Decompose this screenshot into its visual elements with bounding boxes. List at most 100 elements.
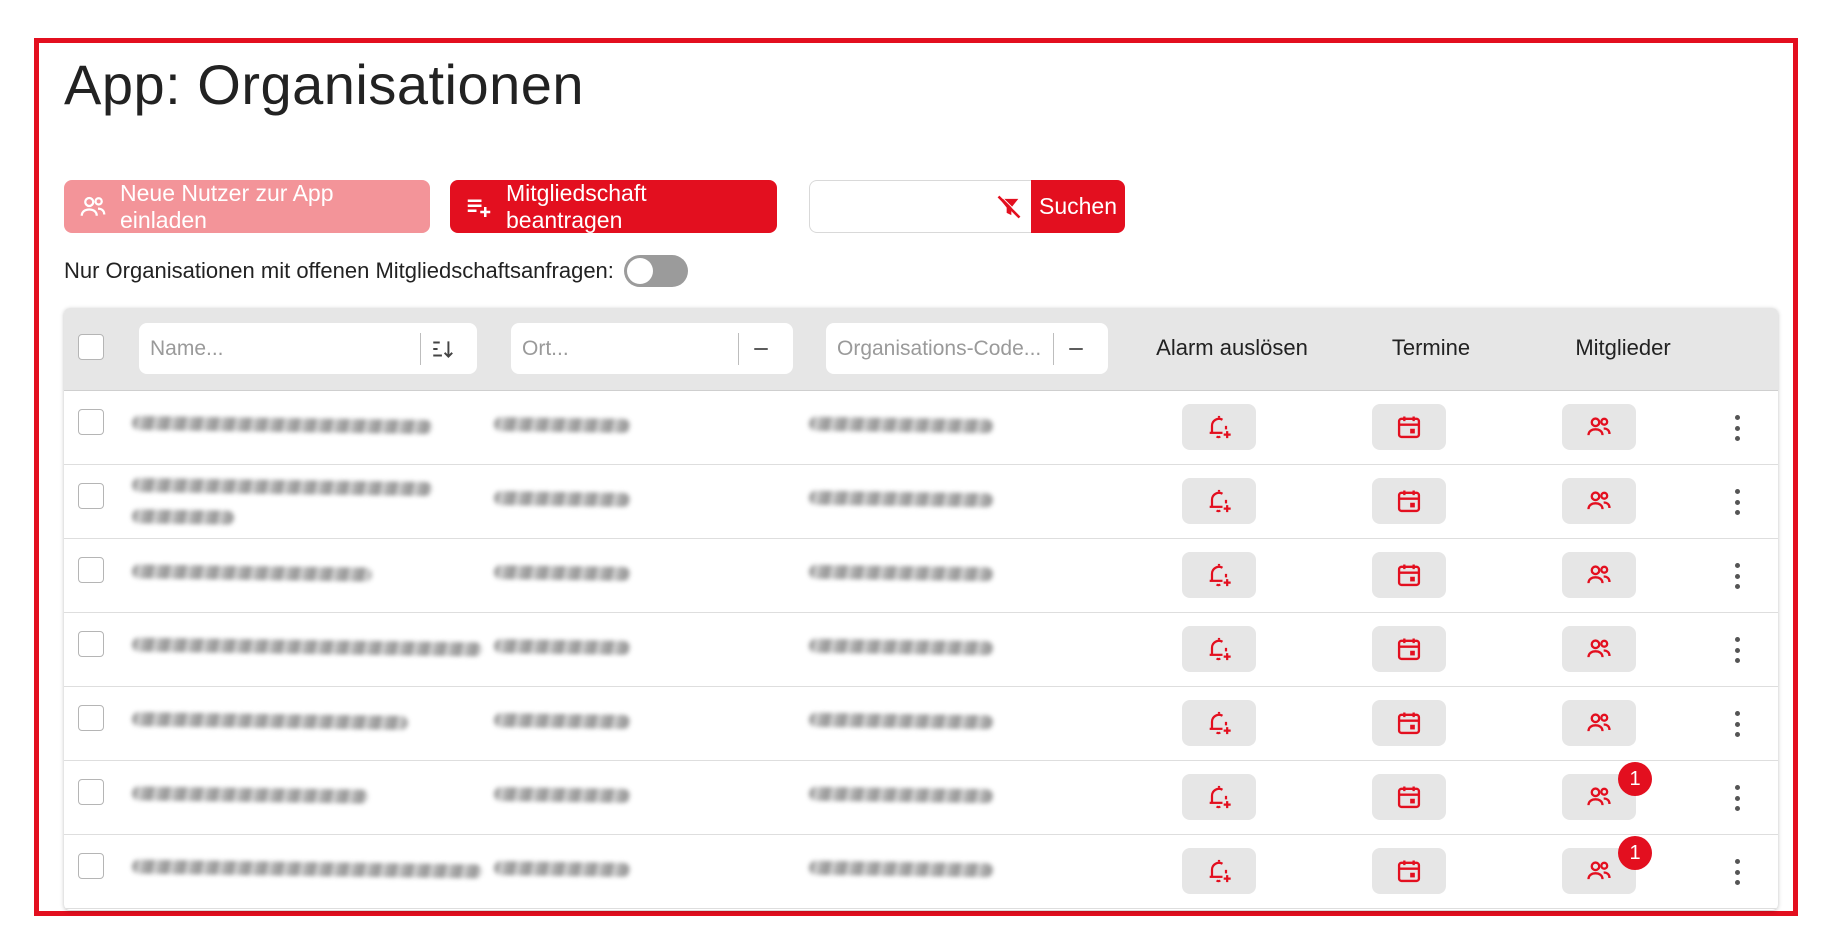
bell-plus-icon [1209, 711, 1231, 735]
redacted-name [131, 509, 235, 525]
trigger-alarm-button[interactable] [1182, 626, 1256, 672]
open-requests-label: Nur Organisationen mit offenen Mitglieds… [64, 258, 614, 283]
bell-plus-icon [1209, 563, 1231, 587]
table-row [64, 538, 1778, 613]
members-button[interactable] [1562, 404, 1636, 450]
user-group-icon [1587, 639, 1611, 658]
trigger-alarm-button[interactable] [1182, 700, 1256, 746]
request-membership-label: Mitgliedschaft beantragen [506, 179, 647, 233]
search-field[interactable] [809, 180, 1031, 233]
search-button[interactable]: Suchen [1031, 180, 1125, 233]
calendar-icon [1397, 490, 1421, 513]
open-requests-filter: Nur Organisationen mit offenen Mitglieds… [64, 255, 688, 287]
more-vertical-icon[interactable] [1732, 415, 1742, 441]
column-termine: Termine [1391, 335, 1471, 360]
redacted-code [808, 490, 994, 508]
select-all-checkbox[interactable] [78, 334, 104, 360]
row-checkbox[interactable] [78, 631, 104, 657]
trigger-alarm-button[interactable] [1182, 774, 1256, 820]
ort-filter-input[interactable] [511, 327, 738, 370]
more-vertical-icon[interactable] [1732, 785, 1742, 811]
minus-icon[interactable] [1054, 340, 1098, 358]
row-checkbox[interactable] [78, 705, 104, 731]
calendar-icon [1397, 712, 1421, 735]
toolbar: Neue Nutzer zur App einladen Mitgliedsch… [64, 180, 1125, 233]
appointments-button[interactable] [1372, 478, 1446, 524]
table-row [64, 686, 1778, 761]
appointments-button[interactable] [1372, 774, 1446, 820]
members-button[interactable] [1562, 552, 1636, 598]
row-checkbox[interactable] [78, 483, 104, 509]
user-group-icon [1587, 787, 1611, 806]
redacted-ort [493, 639, 631, 655]
organisations-table: Alarm auslösen Termine Mitglieder [64, 308, 1778, 910]
user-group-icon [1587, 713, 1611, 732]
members-button[interactable] [1562, 700, 1636, 746]
row-checkbox[interactable] [78, 853, 104, 879]
sort-icon[interactable] [421, 336, 465, 362]
bell-plus-icon [1209, 489, 1231, 513]
request-membership-button[interactable]: Mitgliedschaft beantragen [450, 180, 777, 233]
redacted-name [131, 415, 433, 435]
trigger-alarm-button[interactable] [1182, 552, 1256, 598]
calendar-icon [1397, 860, 1421, 883]
search-input[interactable] [818, 181, 982, 232]
trigger-alarm-button[interactable] [1182, 404, 1256, 450]
members-button[interactable] [1562, 626, 1636, 672]
members-button[interactable] [1562, 478, 1636, 524]
table-row: 1 [64, 834, 1778, 909]
column-mitglieder: Mitglieder [1575, 335, 1671, 360]
open-requests-toggle[interactable] [623, 255, 688, 287]
trigger-alarm-button[interactable] [1182, 848, 1256, 894]
redacted-code [808, 860, 994, 878]
calendar-icon [1397, 638, 1421, 661]
calendar-icon [1397, 416, 1421, 439]
toggle-knob [626, 258, 653, 284]
user-group-icon [1587, 565, 1611, 584]
more-vertical-icon[interactable] [1732, 711, 1742, 737]
name-filter-input[interactable] [139, 327, 420, 370]
redacted-ort [493, 491, 631, 507]
table-row: 1 [64, 760, 1778, 835]
row-checkbox[interactable] [78, 557, 104, 583]
trigger-alarm-button[interactable] [1182, 478, 1256, 524]
redacted-name [131, 786, 369, 804]
row-checkbox[interactable] [78, 409, 104, 435]
bell-plus-icon [1209, 415, 1231, 439]
redacted-name [131, 859, 483, 879]
playlist-add-icon [464, 192, 494, 222]
code-filter-input[interactable] [826, 327, 1053, 370]
calendar-icon [1397, 564, 1421, 587]
appointments-button[interactable] [1372, 626, 1446, 672]
table-row [64, 390, 1778, 465]
column-alarm: Alarm auslösen [1156, 335, 1308, 360]
appointments-button[interactable] [1372, 552, 1446, 598]
redacted-name [131, 712, 409, 730]
page-title: App: Organisationen [64, 53, 585, 116]
more-vertical-icon[interactable] [1732, 489, 1742, 515]
more-vertical-icon[interactable] [1732, 563, 1742, 589]
minus-icon[interactable] [739, 340, 783, 358]
invite-users-label: Neue Nutzer zur App einladen [120, 179, 334, 233]
appointments-button[interactable] [1372, 404, 1446, 450]
appointments-button[interactable] [1372, 700, 1446, 746]
row-checkbox[interactable] [78, 779, 104, 805]
more-vertical-icon[interactable] [1732, 637, 1742, 663]
redacted-ort [493, 713, 631, 729]
table-row [64, 612, 1778, 687]
code-filter [826, 323, 1108, 374]
bell-plus-icon [1209, 637, 1231, 661]
invite-users-button[interactable]: Neue Nutzer zur App einladen [64, 180, 430, 233]
redacted-code [808, 416, 994, 434]
appointments-button[interactable] [1372, 848, 1446, 894]
more-vertical-icon[interactable] [1732, 859, 1742, 885]
name-filter [139, 323, 477, 374]
redacted-name [131, 564, 373, 582]
table-header: Alarm auslösen Termine Mitglieder [64, 308, 1778, 391]
filter-off-icon[interactable] [995, 193, 1023, 221]
members-button[interactable]: 1 [1562, 836, 1652, 894]
redacted-code [808, 712, 994, 730]
members-button[interactable]: 1 [1562, 762, 1652, 820]
pending-requests-badge: 1 [1618, 836, 1652, 870]
redacted-ort [493, 417, 631, 433]
